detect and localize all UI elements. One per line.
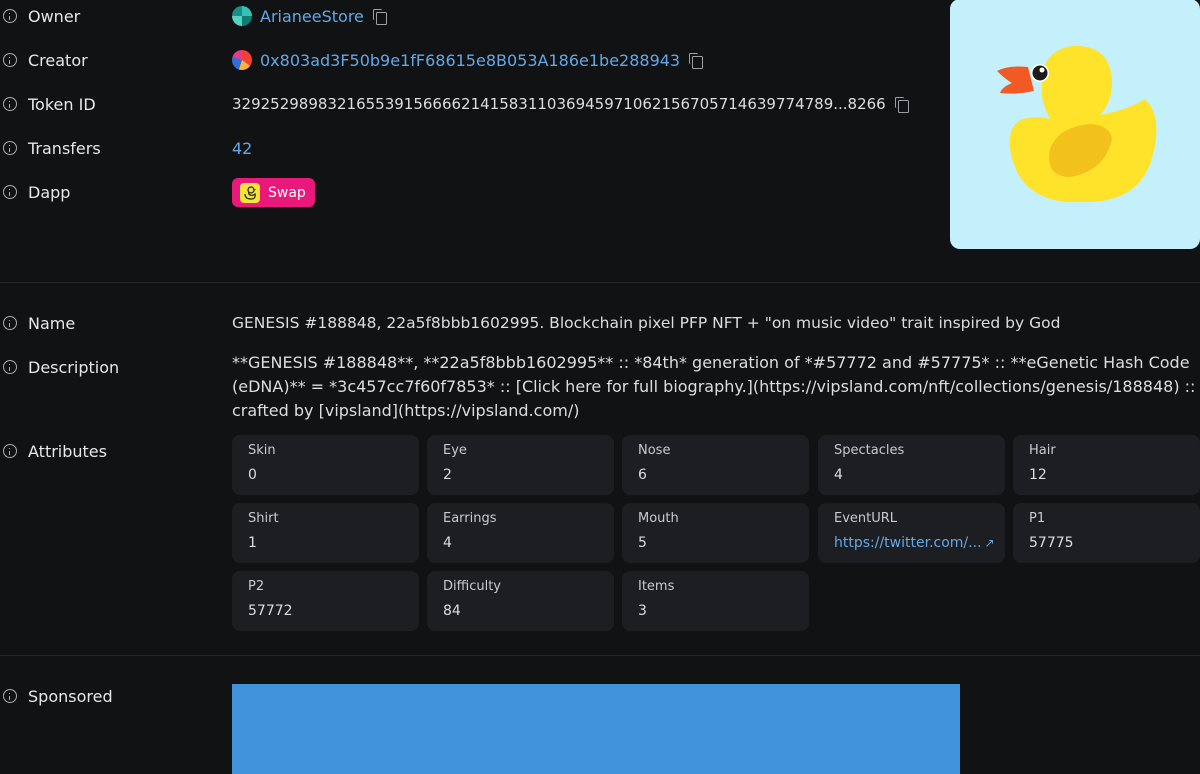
sponsored-label: Sponsored [28,686,113,706]
attribute-name: Items [638,579,675,594]
creator-avatar-icon [232,50,252,70]
attribute-name: Difficulty [443,579,501,594]
attribute-value: 1 [248,535,257,551]
attribute-value: 5 [638,535,647,551]
attribute-value: 0 [248,467,257,483]
attribute-card: Nose 6 [622,435,809,495]
token-id-text: 3292529898321655391566662141583110369459… [232,95,886,113]
attribute-value: 84 [443,603,461,619]
description-row-label: Description [0,355,220,379]
sponsored-ad-banner[interactable] [232,684,960,774]
owner-label: Owner [28,6,81,26]
attribute-name: EventURL [834,511,898,526]
attribute-card: P2 57772 [232,571,419,631]
event-url-link[interactable]: https://twitter.com/... ↗ [834,535,995,551]
attribute-card: Mouth 5 [622,503,809,563]
divider [0,282,1200,283]
attribute-card: Skin 0 [232,435,419,495]
name-label: Name [28,313,76,333]
attribute-card: Shirt 1 [232,503,419,563]
attribute-name: P2 [248,579,265,594]
attribute-value: 4 [443,535,452,551]
rubber-duck-image [997,45,1157,203]
swap-dapp-button[interactable]: Swap [232,178,315,207]
token-id-row-label: Token ID [0,92,220,116]
attribute-value: 57772 [248,603,293,619]
attribute-name: Hair [1029,443,1056,458]
owner-row-label: Owner [0,4,220,28]
attributes-row-label: Attributes [0,439,220,463]
info-icon[interactable] [3,360,17,374]
info-icon[interactable] [3,316,17,330]
creator-value: 0x803ad3F50b9e1fF68615e8B053A186e1be2889… [232,48,704,72]
divider [0,655,1200,656]
creator-address-link[interactable]: 0x803ad3F50b9e1fF68615e8B053A186e1be2889… [260,51,680,70]
attribute-card: Difficulty 84 [427,571,614,631]
attribute-value: 3 [638,603,647,619]
attribute-name: Eye [443,443,467,458]
nft-name-text: GENESIS #188848, 22a5f8bbb1602995. Block… [232,314,1061,332]
attribute-name: Skin [248,443,276,458]
info-icon[interactable] [3,97,17,111]
info-icon[interactable] [3,444,17,458]
attribute-name: P1 [1029,511,1046,526]
owner-link[interactable]: ArianeeStore [260,7,364,26]
transfers-row-label: Transfers [0,136,220,160]
attribute-name: Nose [638,443,671,458]
attribute-name: Spectacles [834,443,905,458]
attribute-value: 6 [638,467,647,483]
name-row-label: Name [0,311,220,335]
token-id-value: 3292529898321655391566662141583110369459… [232,92,909,116]
duck-logo-icon [240,182,260,203]
attribute-card: Items 3 [622,571,809,631]
attribute-name: Earrings [443,511,497,526]
info-icon[interactable] [3,141,17,155]
description-text: **GENESIS #188848**, **22a5f8bbb1602995*… [232,353,1196,420]
attribute-value: 12 [1029,467,1047,483]
info-icon[interactable] [3,689,17,703]
attribute-card: Hair 12 [1013,435,1200,495]
info-icon[interactable] [3,53,17,67]
copy-icon[interactable] [372,9,387,25]
attribute-name: Mouth [638,511,679,526]
swap-label: Swap [268,184,306,201]
attribute-value: 2 [443,467,452,483]
description-label: Description [28,357,120,377]
attributes-label: Attributes [28,441,107,461]
attribute-card: Earrings 4 [427,503,614,563]
copy-icon[interactable] [894,97,909,113]
attribute-card: P1 57775 [1013,503,1200,563]
token-id-label: Token ID [28,94,96,114]
external-link-icon: ↗ [984,536,995,550]
attribute-value: 57775 [1029,535,1074,551]
sponsored-row-label: Sponsored [0,684,220,708]
nft-image[interactable] [950,0,1200,249]
info-icon[interactable] [3,185,17,199]
dapp-label: Dapp [28,182,71,202]
creator-row-label: Creator [0,48,220,72]
transfers-link[interactable]: 42 [232,139,252,158]
copy-icon[interactable] [689,53,704,69]
transfers-value: 42 [232,136,252,160]
attribute-name: Shirt [248,511,279,526]
token-details-page: Owner ArianeeStore Creator 0x803ad3F50b9… [0,0,1200,774]
attribute-card: Spectacles 4 [818,435,1005,495]
attribute-value: 4 [834,467,843,483]
owner-avatar-icon [232,6,252,26]
dapp-row-label: Dapp [0,180,220,204]
attribute-card: EventURL https://twitter.com/... ↗ [818,503,1005,563]
name-value: GENESIS #188848, 22a5f8bbb1602995. Block… [232,311,1060,335]
creator-label: Creator [28,50,88,70]
owner-value: ArianeeStore [232,4,387,28]
attribute-card: Eye 2 [427,435,614,495]
transfers-label: Transfers [28,138,101,158]
event-url-text: https://twitter.com/... [834,535,982,551]
info-icon[interactable] [3,9,17,23]
